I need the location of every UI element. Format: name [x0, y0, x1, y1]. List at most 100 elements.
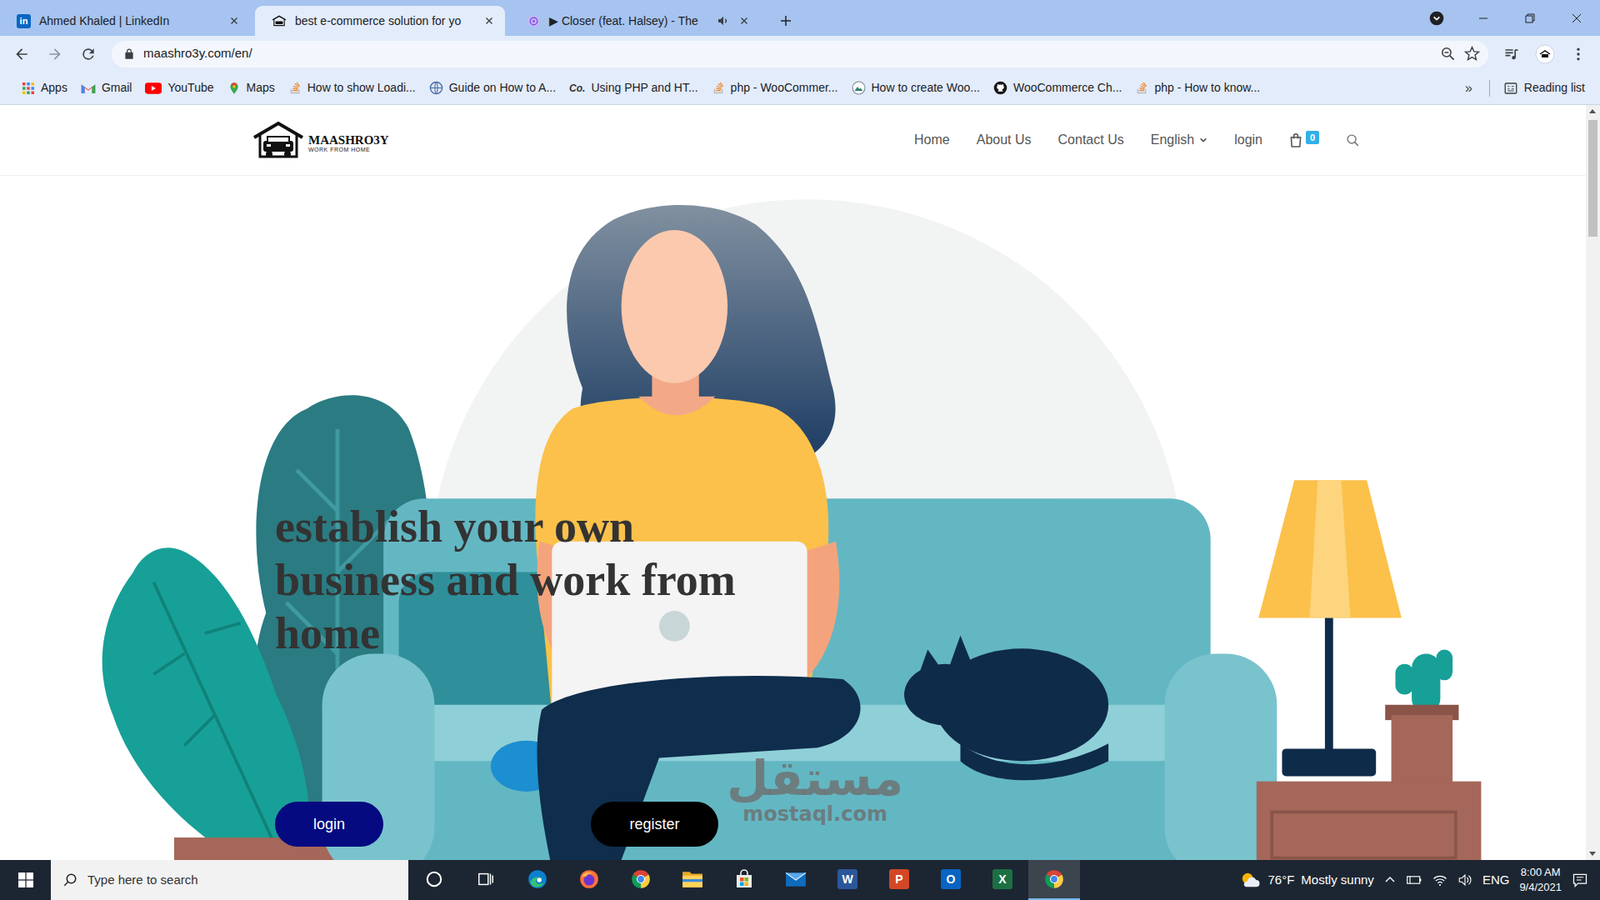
- menu-dots-icon[interactable]: [1563, 40, 1594, 69]
- nav-link[interactable]: About Us: [976, 130, 1032, 150]
- bookmark-label[interactable]: Using PHP and HT...: [590, 79, 698, 97]
- reading-list-label[interactable]: Reading list: [1524, 79, 1585, 97]
- outlook-icon[interactable]: O: [940, 869, 961, 890]
- chrome-icon[interactable]: [1043, 868, 1065, 890]
- taskbar-app[interactable]: [666, 860, 719, 900]
- taskbar-app[interactable]: [460, 860, 512, 900]
- bookmark-item[interactable]: php - WooCommer...: [705, 75, 845, 100]
- nav-label[interactable]: Contact Us: [1058, 130, 1125, 150]
- excel-icon[interactable]: X: [992, 869, 1013, 890]
- audio-playing-icon[interactable]: [716, 14, 730, 28]
- firefox-icon[interactable]: [578, 868, 600, 890]
- cortana-icon[interactable]: [425, 870, 444, 889]
- nav-label[interactable]: About Us: [976, 130, 1032, 150]
- nav-link[interactable]: English: [1150, 130, 1208, 150]
- bookmark-label[interactable]: Gmail: [101, 79, 133, 97]
- back-arrow-icon[interactable]: [6, 40, 37, 69]
- tab-title[interactable]: Ahmed Khaled | LinkedIn: [39, 12, 212, 30]
- bookmark-label[interactable]: Maps: [246, 79, 275, 97]
- mail-icon[interactable]: [785, 870, 807, 889]
- bookmark-item[interactable]: How to create Woo...: [845, 75, 987, 100]
- hero-register-button[interactable]: register: [590, 801, 719, 847]
- close-tab-icon[interactable]: [228, 15, 240, 27]
- bookmark-item[interactable]: Apps: [15, 75, 75, 100]
- zoom-icon[interactable]: [1440, 45, 1456, 62]
- browser-tab[interactable]: best e-commerce solution for yo: [255, 5, 505, 36]
- site-logo[interactable]: MAASHRO3YWORK FROM HOME: [251, 120, 390, 160]
- nav-link[interactable]: Home: [914, 130, 950, 150]
- tab-title[interactable]: ▶ Closer (feat. Halsey) - The: [549, 12, 709, 30]
- chevron-down-icon[interactable]: [1199, 135, 1208, 145]
- bookmark-label[interactable]: WooCommerce Ch...: [1013, 79, 1122, 97]
- url-text[interactable]: maashro3y.com/en/: [143, 44, 253, 64]
- bookmark-label[interactable]: How to show Loadi...: [307, 79, 416, 97]
- start-button[interactable]: [0, 860, 51, 900]
- bookmark-label[interactable]: How to create Woo...: [871, 79, 980, 97]
- close-tab-icon[interactable]: [738, 15, 750, 27]
- nav-link[interactable]: Contact Us: [1058, 130, 1125, 150]
- edge-icon[interactable]: [526, 868, 549, 890]
- shopping-bag-icon[interactable]: [1289, 132, 1303, 148]
- explorer-icon[interactable]: [681, 869, 704, 890]
- bookmark-label[interactable]: YouTube: [167, 79, 214, 97]
- address-bar[interactable]: maashro3y.com/en/: [111, 40, 1489, 68]
- profile-avatar-icon[interactable]: [1530, 40, 1560, 69]
- taskbar-app[interactable]: [563, 860, 615, 900]
- taskbar-app[interactable]: [1028, 860, 1080, 900]
- network-icon[interactable]: [1432, 873, 1448, 887]
- clock[interactable]: 8:00 AM9/4/2021: [1519, 865, 1562, 895]
- restore-icon[interactable]: [1506, 0, 1554, 36]
- task-view-icon[interactable]: [476, 870, 495, 889]
- nav-label[interactable]: Home: [914, 130, 950, 150]
- bookmark-item[interactable]: Maps: [220, 75, 282, 100]
- forward-arrow-icon[interactable]: [40, 40, 70, 69]
- reload-icon[interactable]: [73, 40, 104, 69]
- button-label[interactable]: login: [313, 815, 345, 833]
- tab-title[interactable]: best e-commerce solution for yo: [295, 12, 467, 30]
- windows-logo-icon[interactable]: [18, 872, 34, 888]
- notifications-icon[interactable]: [1571, 871, 1589, 889]
- more-bookmarks-button[interactable]: »: [1455, 78, 1483, 99]
- search-icon[interactable]: [1345, 133, 1360, 148]
- button-label[interactable]: register: [629, 815, 680, 833]
- taskbar-app[interactable]: W: [821, 860, 874, 900]
- taskbar-search[interactable]: Type here to search: [50, 860, 409, 900]
- hero-login-button[interactable]: login: [275, 801, 384, 847]
- store-icon[interactable]: [734, 869, 755, 890]
- battery-icon[interactable]: [1405, 873, 1423, 887]
- bookmark-label[interactable]: php - How to know...: [1154, 79, 1260, 97]
- taskbar-app[interactable]: [718, 860, 770, 900]
- chrome-icon[interactable]: [630, 868, 652, 890]
- cart-button[interactable]: 0: [1289, 132, 1320, 148]
- browser-tab[interactable]: ▶ Closer (feat. Halsey) - The: [510, 5, 760, 36]
- media-control-icon[interactable]: [1496, 40, 1527, 69]
- bookmark-label[interactable]: php - WooCommer...: [730, 79, 839, 97]
- taskbar-app[interactable]: X: [976, 860, 1029, 900]
- bookmark-item[interactable]: Co.Using PHP and HT...: [562, 75, 705, 100]
- nav-label[interactable]: login: [1234, 130, 1263, 150]
- new-tab-icon[interactable]: [778, 13, 794, 29]
- volume-icon[interactable]: [1457, 873, 1473, 887]
- nav-label[interactable]: English: [1150, 130, 1195, 150]
- taskbar-app[interactable]: P: [873, 860, 925, 900]
- close-tab-icon[interactable]: [483, 15, 495, 27]
- bookmark-item[interactable]: Gmail: [74, 75, 140, 100]
- bookmark-item[interactable]: YouTube: [138, 75, 220, 100]
- lock-icon[interactable]: [123, 48, 135, 60]
- bookmark-item[interactable]: How to show Loadi...: [281, 75, 423, 100]
- weather-widget[interactable]: 76°FMostly sunny: [1239, 870, 1374, 890]
- powerpoint-icon[interactable]: P: [889, 869, 910, 890]
- nav-link[interactable]: login: [1234, 130, 1263, 150]
- bookmark-item[interactable]: WooCommerce Ch...: [986, 75, 1129, 100]
- reading-list-button[interactable]: Reading list: [1496, 75, 1592, 100]
- browser-tab[interactable]: inAhmed Khaled | LinkedIn: [0, 5, 250, 36]
- taskbar-app[interactable]: [615, 860, 667, 900]
- taskbar-app[interactable]: [511, 860, 564, 900]
- taskbar-app[interactable]: O: [925, 860, 977, 900]
- bookmark-label[interactable]: Guide on How to A...: [449, 79, 556, 97]
- bookmark-label[interactable]: Apps: [40, 79, 68, 97]
- taskbar-app[interactable]: [408, 860, 460, 900]
- search-placeholder[interactable]: Type here to search: [87, 870, 199, 890]
- bookmark-item[interactable]: php - How to know...: [1128, 75, 1267, 100]
- page-scrollbar[interactable]: [1585, 105, 1600, 860]
